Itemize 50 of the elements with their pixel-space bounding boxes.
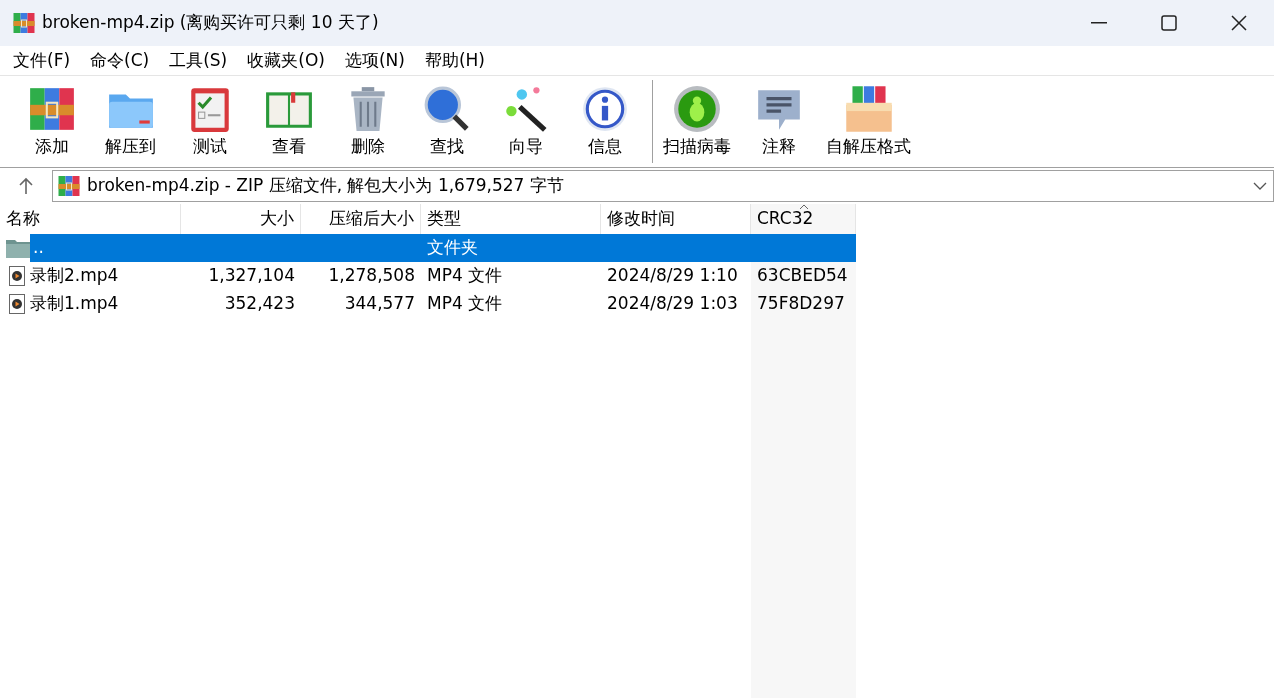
toolbar-button[interactable]: 自解压格式 (820, 80, 917, 163)
window-title: broken-mp4.zip (离购买许可只剩 10 天了) (42, 11, 379, 35)
toolbar-button[interactable]: 测试 (172, 80, 247, 163)
toolbar-button[interactable]: 查看 (251, 80, 326, 163)
archive-books-icon (12, 11, 36, 35)
close-icon (1231, 15, 1247, 31)
video-file-icon (9, 266, 25, 286)
menu-item[interactable]: 工具(S) (160, 46, 237, 75)
archive-books-icon (57, 174, 81, 198)
toolbar-button[interactable]: 添加 (14, 80, 89, 163)
menu-item[interactable]: 命令(C) (81, 46, 159, 75)
maximize-icon (1161, 15, 1177, 31)
table-cell-text: 2024/8/29 1:10 (607, 264, 738, 288)
video-file-icon (9, 294, 25, 314)
toolbar-button[interactable]: 扫描病毒 (657, 80, 737, 163)
menu-item[interactable]: 文件(F) (4, 46, 80, 75)
toolbar-button[interactable]: 信息 (567, 80, 642, 163)
address-text: broken-mp4.zip - ZIP 压缩文件, 解包大小为 1,679,527 字节 (87, 174, 565, 198)
column-header[interactable]: CRC32 (751, 204, 856, 234)
menu-item[interactable]: 帮助(H) (415, 46, 494, 75)
table-cell-text: 1,327,104 (208, 264, 295, 288)
table-cell-text: MP4 文件 (427, 264, 503, 288)
menu-item[interactable]: 选项(N) (335, 46, 414, 75)
table-row[interactable]: .. 文件夹 (0, 234, 856, 262)
toolbar-button[interactable]: 删除 (330, 80, 405, 163)
table-cell-text: 录制1.mp4 (30, 292, 119, 316)
table-cell-text: 352,423 (224, 292, 295, 316)
table-cell-text: 1,278,508 (328, 264, 415, 288)
folder-icon (6, 238, 30, 258)
address-bar[interactable]: broken-mp4.zip - ZIP 压缩文件, 解包大小为 1,679,527 字节 (52, 170, 1274, 202)
table-cell: .. (30, 234, 181, 262)
chevron-down-icon (1253, 182, 1267, 190)
table-cell-text: 344,577 (344, 292, 415, 316)
toolbar-button[interactable]: 解压到 (93, 80, 168, 163)
toolbar-button[interactable]: 注释 (741, 80, 816, 163)
menu-item[interactable]: 收藏夹(O) (238, 46, 334, 75)
sort-caret-icon (799, 204, 809, 210)
table-cell-text: 2024/8/29 1:03 (607, 292, 738, 316)
bug-icon (672, 83, 722, 134)
table-cell-text: 录制2.mp4 (30, 264, 119, 288)
table-row[interactable]: 录制1.mp4 352,423 344,577 MP4 文件 2024/8/29 1:03 75F8D297 (0, 290, 856, 318)
toolbar-button[interactable]: 向导 (488, 80, 563, 163)
table-cell-text: 63CBED54 (757, 264, 848, 288)
table-row[interactable]: 录制2.mp4 1,327,104 1,278,508 MP4 文件 2024/8/29 1:10 63CBED54 (0, 262, 856, 290)
table-cell-text: 75F8D297 (757, 292, 845, 316)
toolbar-button[interactable]: 查找 (409, 80, 484, 163)
minimize-icon (1091, 22, 1107, 24)
up-arrow-icon (18, 177, 34, 195)
table-cell-text: MP4 文件 (427, 292, 503, 316)
table-cell-text: 文件夹 (427, 236, 478, 260)
